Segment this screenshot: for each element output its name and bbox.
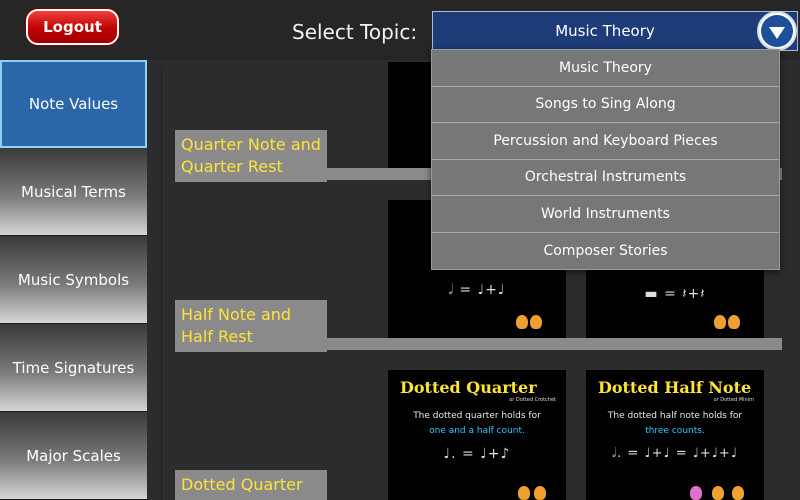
card-subtitle: or Dotted Minim <box>713 397 754 403</box>
dropdown-option-songs[interactable]: Songs to Sing Along <box>432 87 779 123</box>
dropdown-option-orchestral[interactable]: Orchestral Instruments <box>432 160 779 196</box>
mascot-icon <box>712 486 724 500</box>
dropdown-option-world[interactable]: World Instruments <box>432 196 779 233</box>
dotted-half-card[interactable]: Dotted Half Note or Dotted Minim The dot… <box>586 370 764 500</box>
sidebar-item-time-signatures[interactable]: Time Signatures <box>0 324 147 412</box>
sidebar-item-major-scales[interactable]: Major Scales <box>0 412 147 500</box>
sidebar-item-label: Major Scales <box>26 446 121 465</box>
half-note-equation: 𝅗𝅥 = ♩+♩ <box>448 282 506 298</box>
topic-select-value: Music Theory <box>555 22 655 40</box>
half-rest-equation: ▬ = 𝄽+𝄽 <box>644 286 706 302</box>
card-title: Dotted Half Note <box>598 378 752 397</box>
topic-dropdown-list: Music Theory Songs to Sing Along Percuss… <box>431 49 780 270</box>
sidebar: Note Values Musical Terms Music Symbols … <box>0 60 147 500</box>
card-description: The dotted half note holds for <box>607 411 743 421</box>
sidebar-item-musical-terms[interactable]: Musical Terms <box>0 148 147 236</box>
select-topic-label: Select Topic: <box>292 20 418 44</box>
mascot-icon <box>518 486 530 500</box>
section-label-quarter-note: Quarter Note and Quarter Rest <box>175 130 327 182</box>
mascot-icon <box>714 315 726 329</box>
card-subtitle: or Dotted Crotchet <box>509 397 556 403</box>
dotted-quarter-card[interactable]: Dotted Quarter or Dotted Crotchet The do… <box>388 370 566 500</box>
dropdown-option-music-theory[interactable]: Music Theory <box>432 50 779 87</box>
card-count: one and a half count. <box>429 426 525 436</box>
divider <box>161 68 162 500</box>
mascot-icon <box>534 486 546 500</box>
section-label-half-note: Half Note and Half Rest <box>175 300 327 352</box>
sidebar-item-label: Note Values <box>28 95 119 113</box>
mascot-icon <box>516 315 528 329</box>
chevron-down-icon[interactable] <box>757 11 797 51</box>
mascot-icon <box>732 486 744 500</box>
mascot-icon <box>690 486 702 500</box>
sidebar-item-label: Time Signatures <box>12 358 135 377</box>
mascot-icon <box>728 315 740 329</box>
sidebar-item-label: Music Symbols <box>17 270 130 289</box>
sidebar-item-music-symbols[interactable]: Music Symbols <box>0 236 147 324</box>
section-label-dotted-quarter: Dotted Quarter <box>175 470 327 500</box>
sidebar-item-label: Musical Terms <box>21 182 126 201</box>
sidebar-item-note-values[interactable]: Note Values <box>0 60 147 148</box>
dropdown-option-composer[interactable]: Composer Stories <box>432 233 779 270</box>
dotted-half-equation: 𝅗𝅥. = ♩+♩ = ♩+♩+♩ <box>612 446 738 461</box>
logout-button[interactable]: Logout <box>26 9 119 45</box>
card-title: Dotted Quarter <box>400 378 537 397</box>
card-description: The dotted quarter holds for <box>413 411 541 421</box>
dropdown-option-percussion[interactable]: Percussion and Keyboard Pieces <box>432 123 779 160</box>
dotted-quarter-equation: ♩. = ♩+♪ <box>443 446 511 462</box>
topic-select[interactable]: Music Theory <box>432 11 798 51</box>
mascot-icon <box>530 315 542 329</box>
card-count: three counts. <box>645 426 705 436</box>
